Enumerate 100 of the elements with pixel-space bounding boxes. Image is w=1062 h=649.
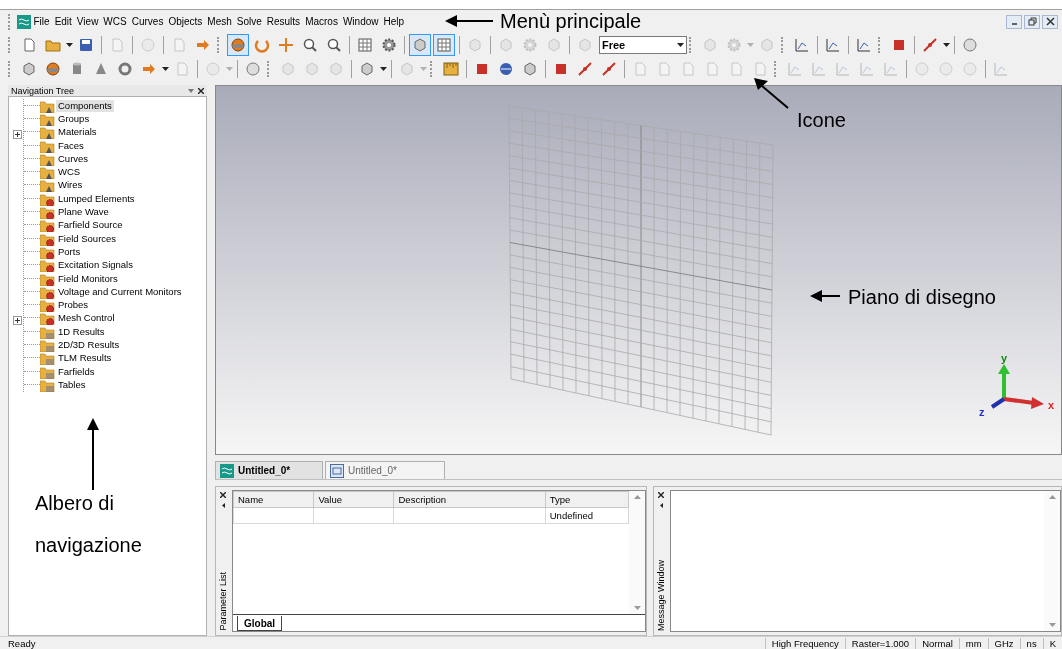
expand-button[interactable] xyxy=(13,313,22,323)
tree-item[interactable]: Probes xyxy=(56,299,91,312)
annotation-label: Menù principale xyxy=(500,9,642,33)
tree-item[interactable]: Field Monitors xyxy=(56,272,120,285)
tree-item[interactable]: Wires xyxy=(56,179,85,192)
line-icon xyxy=(922,37,938,53)
grid-icon xyxy=(436,37,452,53)
cube-icon xyxy=(522,61,538,77)
column-header[interactable]: Name xyxy=(233,491,314,508)
window-control-button[interactable] xyxy=(1042,14,1058,29)
tree-item[interactable]: Field Sources xyxy=(56,232,119,245)
toolbar-button[interactable] xyxy=(227,34,249,56)
tree-item[interactable]: Ports xyxy=(56,245,83,258)
tree-item[interactable]: Farfield Source xyxy=(56,219,125,232)
scrollbar[interactable] xyxy=(1044,491,1060,631)
caret-icon xyxy=(677,43,684,47)
tree-item[interactable]: Excitation Signals xyxy=(56,259,135,272)
tree-item[interactable]: Faces xyxy=(56,139,86,152)
menu-item[interactable]: Curves xyxy=(129,14,166,29)
window-control-button[interactable] xyxy=(1006,14,1022,29)
axis-label: y xyxy=(1001,352,1008,364)
menu-item[interactable]: View xyxy=(74,14,101,29)
scrollbar[interactable] xyxy=(629,491,645,614)
tree-item[interactable]: TLM Results xyxy=(56,352,114,365)
tree-item[interactable]: Tables xyxy=(56,378,88,391)
menu-item[interactable]: File xyxy=(31,14,53,29)
toolbar-button[interactable] xyxy=(409,34,431,56)
axis-label: x xyxy=(1048,399,1055,411)
caret-icon xyxy=(226,67,233,71)
page-icon xyxy=(656,61,672,77)
cross-arrows-icon xyxy=(278,37,294,53)
menu-item[interactable]: WCS xyxy=(100,14,130,29)
menu-item[interactable]: Results xyxy=(264,14,303,29)
column-header[interactable]: Description xyxy=(394,491,546,508)
axis-label: z xyxy=(979,406,985,418)
status-field: Raster=1.000 xyxy=(844,638,916,649)
pointer-arrow xyxy=(754,78,790,110)
scroll-up-icon xyxy=(1048,495,1056,499)
status-field: K xyxy=(1042,638,1062,649)
menu-item[interactable]: Macros xyxy=(302,14,341,29)
tree-item[interactable]: WCS xyxy=(56,166,83,179)
close-button[interactable] xyxy=(218,490,228,499)
tree-item[interactable]: Voltage and Current Monitors xyxy=(56,285,184,298)
caret-icon xyxy=(66,43,73,47)
chart-icon xyxy=(825,37,841,53)
tree-item[interactable]: Materials xyxy=(56,126,99,139)
tree-item[interactable]: Groups xyxy=(56,112,92,125)
tree-item[interactable]: Farfields xyxy=(56,365,97,378)
page-icon xyxy=(632,61,648,77)
folder-icon xyxy=(40,298,55,313)
status-field: High Frequency xyxy=(764,638,845,649)
cube-icon xyxy=(328,61,344,77)
pointer-arrow xyxy=(810,290,840,302)
circle-icon xyxy=(914,61,930,77)
tree-item[interactable]: Mesh Control xyxy=(56,312,117,325)
menu-item[interactable]: Help xyxy=(381,14,407,29)
folder-icon xyxy=(40,258,55,273)
cube-icon xyxy=(304,61,320,77)
scroll-down-icon xyxy=(633,606,641,610)
folder-icon xyxy=(40,138,55,153)
menu-item[interactable]: Objects xyxy=(165,14,205,29)
table-cell: Undefined xyxy=(545,507,629,524)
column-header[interactable]: Type xyxy=(545,491,629,508)
window-control-button[interactable] xyxy=(1024,14,1040,29)
caret-icon xyxy=(747,43,754,47)
column-header[interactable]: Value xyxy=(313,491,394,508)
document-tab[interactable]: Untitled_0* xyxy=(215,461,323,479)
sphere-icon xyxy=(230,37,246,53)
mode-dropdown[interactable]: Free xyxy=(599,36,687,54)
page-icon xyxy=(21,37,37,53)
grid-icon xyxy=(357,37,373,53)
close-icon xyxy=(1045,17,1055,26)
cube-icon xyxy=(399,61,415,77)
square-icon xyxy=(553,61,569,77)
chart-icon xyxy=(811,61,827,77)
tree-item[interactable]: Curves xyxy=(56,152,91,165)
chart-icon xyxy=(835,61,851,77)
pointer-arrow xyxy=(87,418,99,490)
panel-title: Parameter List xyxy=(218,572,228,631)
tree-item[interactable]: 1D Results xyxy=(56,325,107,338)
tree-item[interactable]: Components xyxy=(56,99,114,112)
tree-item[interactable]: 2D/3D Results xyxy=(56,339,122,351)
folder-icon xyxy=(40,151,55,166)
document-tab[interactable]: Untitled_0* xyxy=(325,461,445,479)
pointer-arrow xyxy=(445,15,493,27)
menu-item[interactable]: Edit xyxy=(52,14,75,29)
circle-icon xyxy=(205,61,221,77)
close-button[interactable] xyxy=(656,490,666,499)
sheet-tab[interactable]: Global xyxy=(237,616,283,631)
rotate-icon xyxy=(254,37,270,53)
tree-item[interactable]: Plane Wave xyxy=(56,206,111,218)
menu-item[interactable]: Mesh xyxy=(204,14,235,29)
expand-button[interactable] xyxy=(13,127,22,137)
toolbar-button[interactable] xyxy=(433,34,455,56)
tree-item[interactable]: Lumped Elements xyxy=(56,192,137,205)
restore-icon xyxy=(1027,17,1037,26)
menu-item[interactable]: Window xyxy=(340,14,381,29)
ruler-icon xyxy=(443,61,459,77)
close-icon xyxy=(658,491,664,498)
menu-item[interactable]: Solve xyxy=(234,14,265,29)
